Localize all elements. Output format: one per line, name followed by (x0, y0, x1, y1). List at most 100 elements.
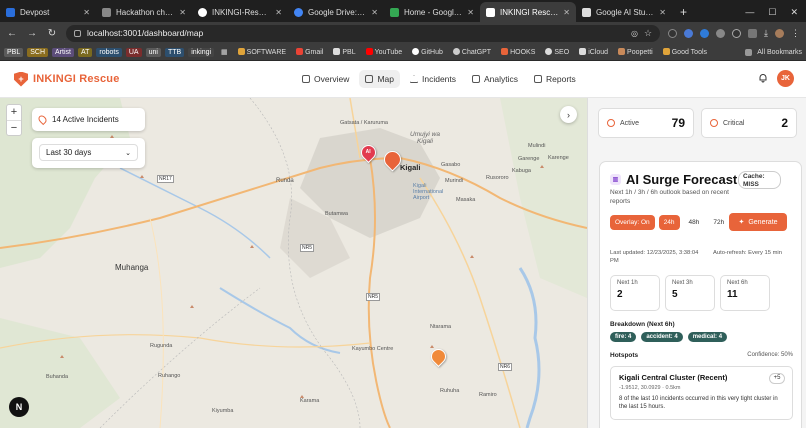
chevron-down-icon: ⌄ (125, 149, 131, 157)
browser-tab[interactable]: Home - Google Drive ✕ (384, 2, 480, 22)
extension-icon[interactable] (732, 28, 742, 38)
profile-avatar[interactable] (775, 28, 784, 38)
close-icon[interactable]: ✕ (563, 8, 570, 17)
map-view[interactable]: Gatsata / Karuruma Umujyi wa Kigali Kiga… (0, 98, 587, 428)
zoom-in-button[interactable]: + (7, 105, 21, 121)
window-48h-button[interactable]: 48h (684, 215, 705, 230)
extension-icon[interactable] (684, 28, 694, 38)
bookmark-link[interactable]: Poopetti (615, 47, 656, 57)
map-label-ruhango: Ruhango (158, 373, 181, 379)
new-tab-button[interactable]: + (672, 2, 695, 22)
collapse-panel-button[interactable]: › (560, 106, 577, 123)
zoom-out-button[interactable]: − (7, 121, 21, 136)
all-bookmarks[interactable]: All Bookmarks (745, 48, 802, 56)
nav-map[interactable]: Map (359, 70, 400, 88)
app-favicon-icon (486, 7, 495, 17)
bell-icon[interactable] (758, 73, 768, 83)
install-icon[interactable]: ◎ (631, 29, 638, 38)
site-info-icon[interactable] (74, 29, 81, 37)
forward-icon[interactable]: → (26, 28, 38, 39)
bookmark[interactable]: TTB (164, 47, 185, 57)
map-label-masaka: Masaka (456, 197, 476, 203)
window-72h-button[interactable]: 72h (708, 215, 729, 230)
brand[interactable]: + INKINGI Rescue (14, 71, 120, 87)
puzzle-icon[interactable] (748, 28, 758, 38)
nav-reports[interactable]: Reports (528, 70, 582, 88)
browser-tab[interactable]: Devpost ✕ (0, 2, 96, 22)
bookmark-link[interactable]: YouTube (363, 47, 406, 57)
browser-tab[interactable]: INKINGI-Rescue/INKI ✕ (192, 2, 288, 22)
browser-tab[interactable]: Google Drive: Share ✕ (288, 2, 384, 22)
north-compass-icon[interactable]: N (9, 397, 29, 417)
close-icon[interactable]: ✕ (371, 8, 378, 17)
url-text: localhost:3001/dashboard/map (87, 28, 204, 38)
extension-icon[interactable] (716, 28, 726, 38)
bookmark[interactable]: uni (145, 47, 161, 57)
road-shield: NR17 (157, 175, 174, 183)
nav-analytics[interactable]: Analytics (466, 70, 524, 88)
map-label-murindi: Murindi (445, 178, 464, 184)
extension-icon[interactable] (700, 28, 710, 38)
download-icon[interactable]: ⤓ (764, 28, 768, 39)
hotspot-card[interactable]: Kigali Central Cluster (Recent) -1.9512,… (610, 366, 793, 420)
bookmark[interactable]: AT (77, 47, 93, 57)
horizon-label: Next 1h (617, 280, 638, 286)
apps-grid-icon[interactable]: ▦ (218, 47, 231, 57)
bookmark[interactable]: SCH (27, 47, 49, 57)
bookmark-link[interactable]: ChatGPT (450, 47, 494, 57)
overlay-toggle[interactable]: Overlay: On (610, 215, 655, 230)
shield-cross-icon: + (14, 71, 28, 87)
nav-incidents[interactable]: Incidents (404, 70, 462, 88)
ai-studio-icon (582, 7, 591, 17)
browser-tab[interactable]: Hackathon chances ✕ (96, 2, 192, 22)
close-icon[interactable]: ✕ (83, 8, 90, 17)
map-pin-icon (36, 113, 49, 126)
reload-icon[interactable]: ↻ (46, 28, 58, 39)
bookmark-label: SOFTWARE (246, 49, 287, 56)
close-icon[interactable]: ✕ (179, 8, 186, 17)
generate-button[interactable]: ✦ Generate (729, 213, 787, 231)
close-icon[interactable]: ✕ (467, 8, 474, 17)
right-panel: Active 79 Critical 2 ▥ AI Surge Forecast… (587, 98, 806, 428)
close-window-icon[interactable]: ✕ (790, 7, 798, 18)
active-incidents-text: 14 Active Incidents (52, 115, 119, 124)
bookmark-link[interactable]: Good Tools (660, 47, 710, 57)
bookmark[interactable]: Artist (52, 47, 74, 57)
stat-critical: Critical 2 (701, 108, 797, 138)
nav-label: Analytics (484, 74, 519, 84)
user-avatar[interactable]: JK (777, 70, 794, 87)
star-icon[interactable]: ☆ (644, 28, 652, 39)
back-icon[interactable]: ← (6, 28, 18, 39)
bookmark[interactable]: robots (96, 47, 122, 57)
bookmark[interactable]: PBL (4, 47, 24, 57)
bookmark-link[interactable]: HOOKS (498, 47, 538, 57)
map-label-kabuga: Kabuga (512, 168, 531, 174)
bookmark-link[interactable]: SOFTWARE (235, 47, 289, 57)
bookmark-link[interactable]: SEO (542, 47, 572, 57)
bookmark-link[interactable]: Gmail (293, 47, 326, 57)
bookmark[interactable]: UA (125, 47, 142, 57)
extension-icon[interactable] (668, 28, 678, 38)
time-range-select[interactable]: Last 30 days ⌄ (39, 144, 138, 161)
bookmark-link[interactable]: iCloud (576, 47, 611, 57)
maximize-icon[interactable]: ☐ (768, 7, 776, 18)
road-shield: NR6 (498, 363, 513, 371)
bookmark-link[interactable]: GitHub (409, 47, 446, 57)
activity-icon (607, 119, 615, 127)
minimize-icon[interactable]: — (745, 7, 754, 17)
url-field[interactable]: localhost:3001/dashboard/map ◎ ☆ (66, 24, 661, 42)
browser-tab-active[interactable]: INKINGI Rescue - Re ✕ (480, 2, 576, 22)
nav-overview[interactable]: Overview (296, 70, 355, 88)
horizon-value: 5 (672, 289, 678, 300)
bookmark-link[interactable]: PBL (330, 47, 358, 57)
browser-tab[interactable]: Google AI Studio ✕ (576, 2, 672, 22)
close-icon[interactable]: ✕ (659, 8, 666, 17)
youtube-icon (365, 48, 373, 55)
map-label-ruhuha: Ruhuha (440, 388, 460, 394)
window-24h-button[interactable]: 24h (658, 215, 680, 230)
horizon-value: 2 (617, 289, 623, 300)
menu-icon[interactable]: ⋮ (791, 28, 800, 39)
close-icon[interactable]: ✕ (275, 8, 282, 17)
bookmark[interactable]: inkingi (188, 47, 215, 57)
map-label-rugunda: Rugunda (150, 343, 173, 349)
